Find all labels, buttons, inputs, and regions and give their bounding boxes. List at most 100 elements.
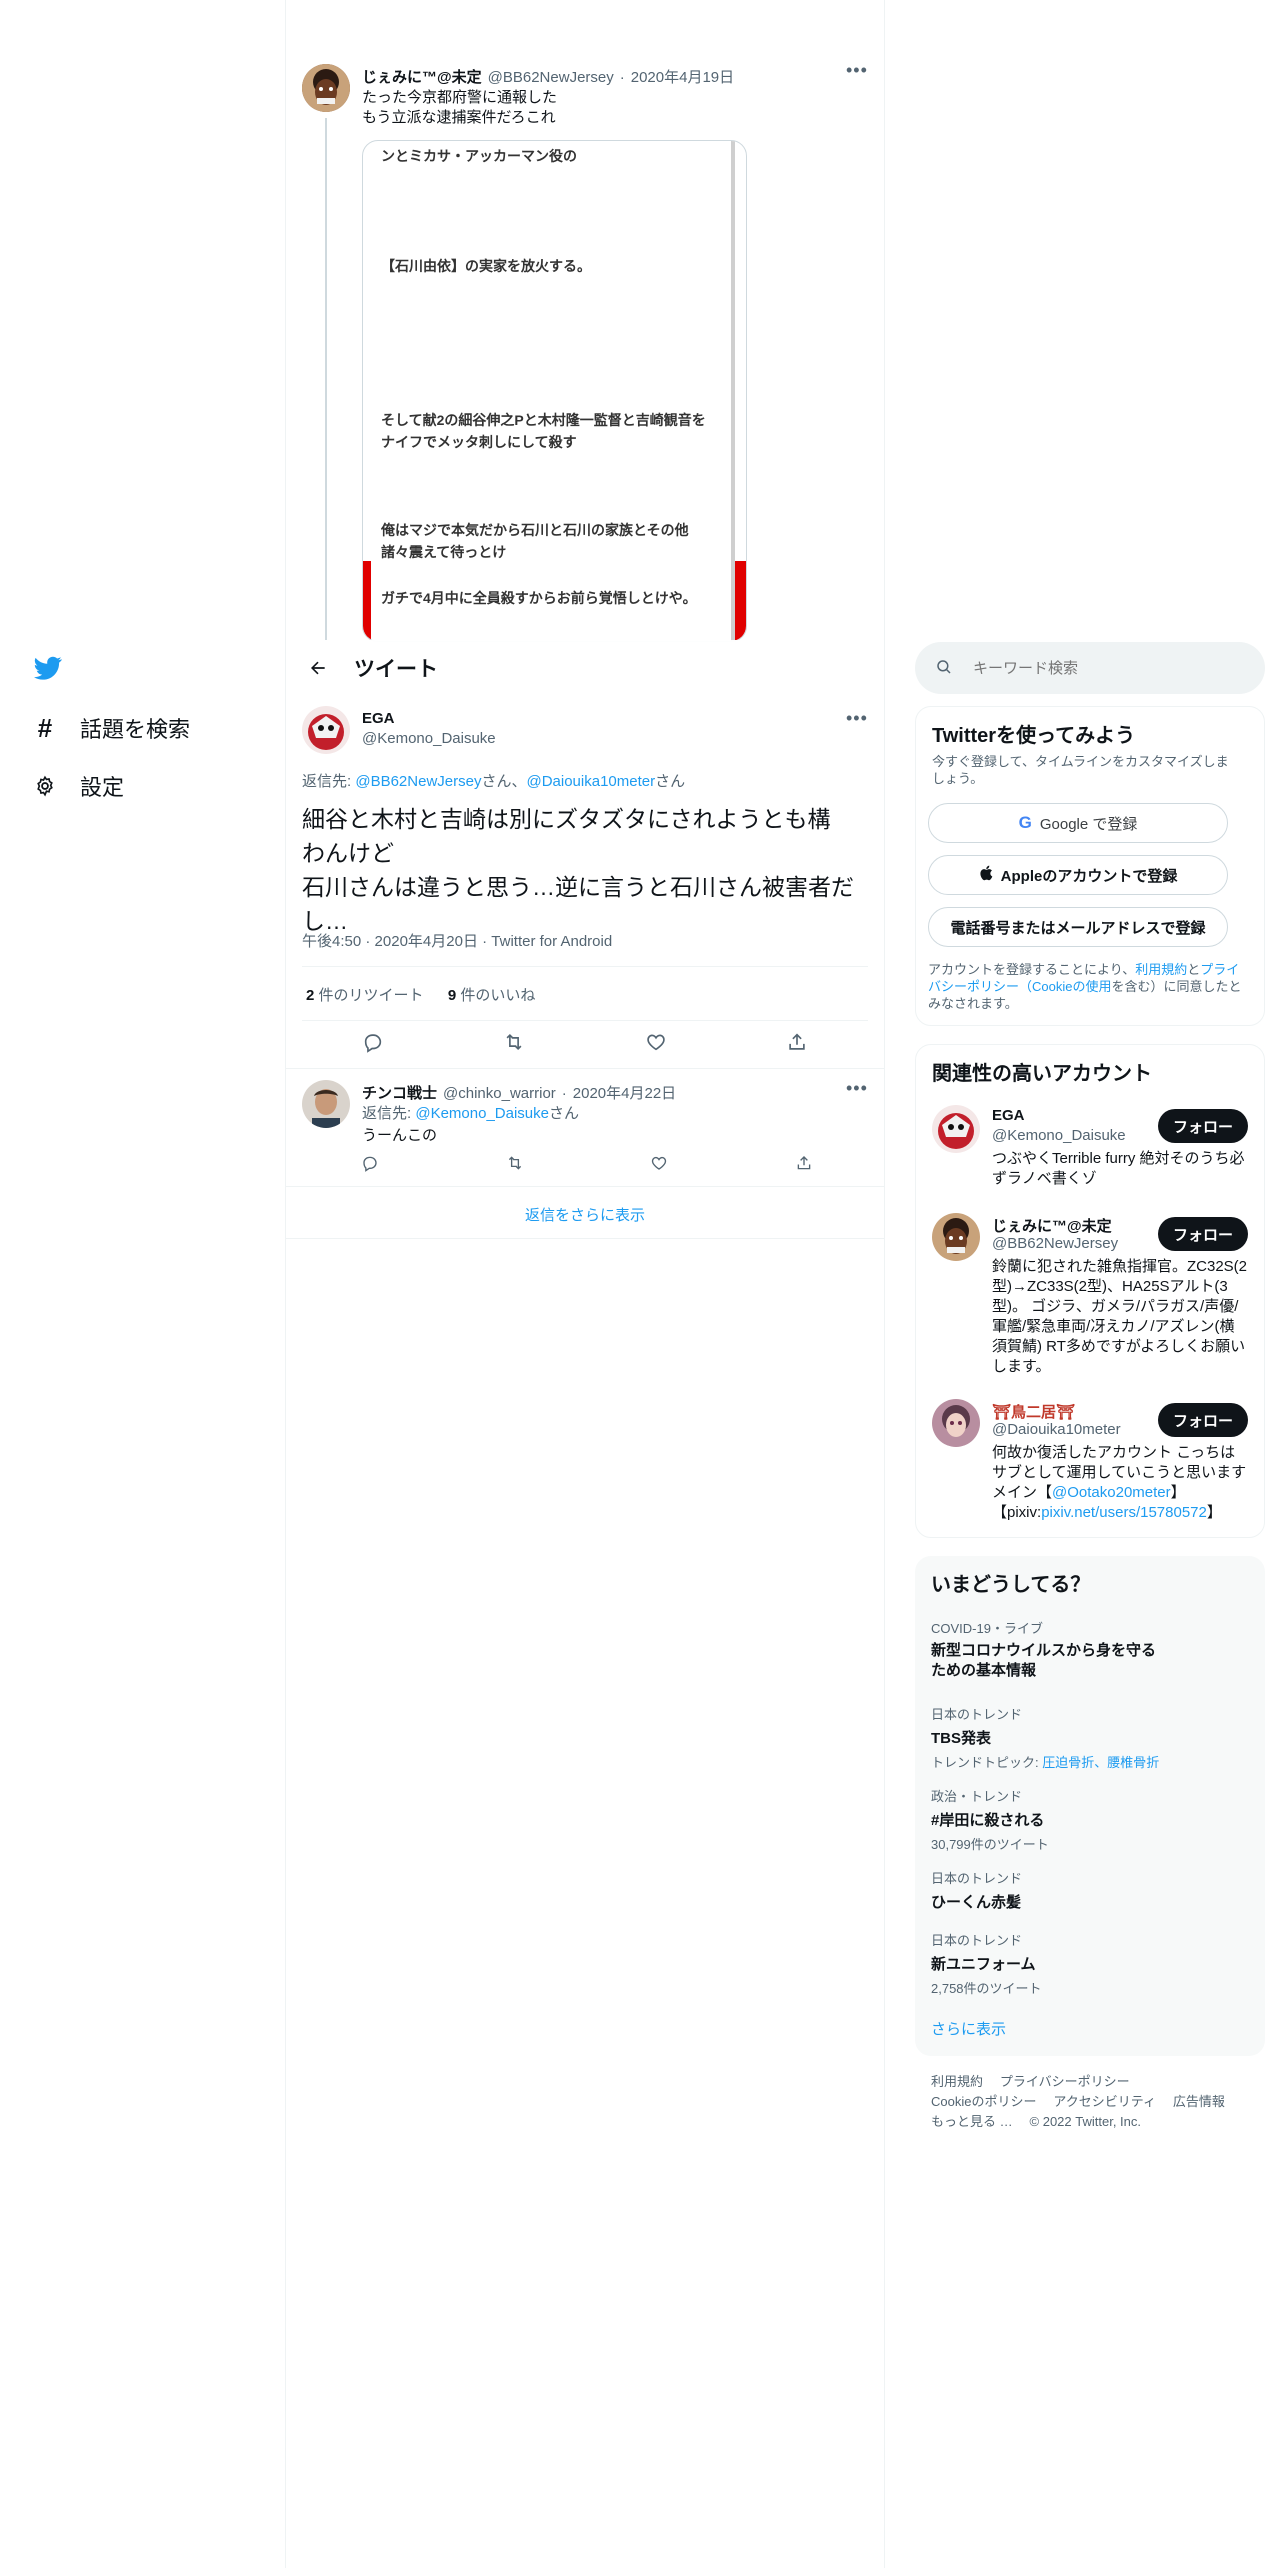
- related-account-name[interactable]: EGA: [992, 1107, 1025, 1124]
- main-tweet-date[interactable]: 2020年4月20日: [375, 933, 478, 950]
- image-red-marker: [363, 561, 371, 641]
- related-account-name[interactable]: じぇみに™@未定: [992, 1215, 1112, 1236]
- reply-icon[interactable]: [352, 1145, 388, 1181]
- follow-button[interactable]: フォロー: [1158, 1217, 1248, 1251]
- footer-privacy-link[interactable]: プライバシーポリシー: [1000, 2074, 1130, 2089]
- avatar-bb62newjersey[interactable]: [302, 64, 350, 112]
- reply-mention-kemono[interactable]: @Kemono_Daisuke: [415, 1105, 549, 1122]
- like-stat[interactable]: 9 件のいいね: [448, 987, 536, 1004]
- twitter-logo-icon[interactable]: [32, 654, 64, 684]
- avatar-bb62newjersey[interactable]: [932, 1213, 980, 1261]
- reply-icon[interactable]: [355, 1024, 391, 1060]
- avatar-chinko-warrior[interactable]: [302, 1080, 350, 1128]
- related-account-name[interactable]: ⛩鳥二居⛩: [992, 1401, 1075, 1422]
- google-icon: G: [1018, 813, 1032, 832]
- column-divider-right: [884, 0, 885, 2568]
- footer-cookie-link[interactable]: Cookieのポリシー: [931, 2094, 1036, 2109]
- trends-card: いまどうしてる？ COVID-19・ライブ 新型コロナウイルスから身を守る ため…: [915, 1556, 1265, 2056]
- phone-email-signup-button[interactable]: 電話番号またはメールアドレスで登録: [928, 907, 1228, 947]
- footer-ads-link[interactable]: 広告情報: [1173, 2094, 1225, 2109]
- parent-tweet-image[interactable]: ンとミカサ・アッカーマン役の 【石川由依】の実家を放火する。 そして献2の細谷伸…: [362, 140, 747, 642]
- reply-mention-daiouika[interactable]: @Daiouika10meter: [526, 773, 655, 790]
- terms-link[interactable]: 利用規約: [1135, 962, 1187, 977]
- reply-tweet-handle[interactable]: @chinko_warrior: [443, 1085, 556, 1102]
- main-tweet-text: 細谷と木村と吉崎は別にズタズタにされようとも構 わんけど 石川さんは違うと思う……: [302, 806, 854, 934]
- parent-tweet-name[interactable]: じぇみに™@未定: [362, 66, 482, 87]
- reply-mention-bb62[interactable]: @BB62NewJersey: [355, 773, 481, 790]
- signup-legal: アカウントを登録することにより、利用規約とプライ バシーポリシー（Cookieの…: [928, 962, 1242, 1011]
- related-account-handle[interactable]: @Daiouika10meter: [992, 1421, 1121, 1438]
- trend-item[interactable]: 日本のトレンド 新ユニフォーム 2,758件のツイート: [931, 1930, 1251, 1997]
- show-more-replies-link[interactable]: 返信をさらに表示: [286, 1204, 884, 1225]
- reply-tweet-date[interactable]: 2020年4月22日: [573, 1082, 676, 1103]
- share-icon[interactable]: [779, 1024, 815, 1060]
- nav-settings-label: 設定: [80, 775, 125, 800]
- avatar-daiouika[interactable]: [932, 1399, 980, 1447]
- follow-button[interactable]: フォロー: [1158, 1109, 1248, 1143]
- footer-accessibility-link[interactable]: アクセシビリティ: [1053, 2094, 1156, 2109]
- main-tweet-actions: [302, 1024, 868, 1060]
- nav-settings[interactable]: 設定: [34, 770, 124, 802]
- retweet-icon[interactable]: [497, 1145, 533, 1181]
- trend-topic-link[interactable]: 圧迫骨折、腰椎骨折: [1042, 1755, 1159, 1770]
- parent-tweet-more-icon[interactable]: •••: [846, 60, 868, 81]
- reply-tweet-reply-to: 返信先: @Kemono_Daisukeさん: [362, 1105, 579, 1122]
- parent-tweet-text: たった今京都府警に通報した もう立派な逮捕案件だろこれ: [362, 89, 558, 126]
- avatar-kemono-daisuke[interactable]: [302, 706, 350, 754]
- page-header: ツイート: [286, 640, 884, 696]
- related-account-bio: 鈴蘭に犯された雑魚指揮官。ZC32S(2 型)→ZC33S(2型)、HA25Sア…: [992, 1258, 1248, 1375]
- parent-tweet-date[interactable]: 2020年4月19日: [631, 66, 734, 87]
- footer-more-link[interactable]: もっと見る …: [931, 2114, 1013, 2129]
- bio-mention-link[interactable]: @Ootako20meter: [1052, 1484, 1171, 1501]
- trend-item[interactable]: 日本のトレンド TBS発表 トレンドトピック: 圧迫骨折、腰椎骨折: [931, 1704, 1251, 1771]
- main-tweet-stats: 2 件のリツイート 9 件のいいね: [306, 984, 535, 1005]
- parent-tweet-handle[interactable]: @BB62NewJersey: [488, 69, 614, 86]
- footer-copyright: © 2022 Twitter, Inc.: [1029, 2114, 1141, 2129]
- bio-url-link[interactable]: pixiv.net/users/15780572: [1041, 1504, 1207, 1521]
- main-tweet-time[interactable]: 午後4:50: [302, 933, 361, 950]
- image-text-line: 【石川由依】の実家を放火する。: [381, 258, 591, 274]
- main-tweet-handle[interactable]: @Kemono_Daisuke: [362, 730, 496, 747]
- cookie-link[interactable]: バシーポリシー（Cookieの使用: [928, 979, 1111, 994]
- image-text-line: ナイフでメッタ刺しにして殺す: [381, 434, 577, 450]
- main-tweet-name[interactable]: EGA: [362, 710, 395, 727]
- signup-subtitle: 今すぐ登録して、タイムラインをカスタマイズしま しょう。: [932, 754, 1229, 786]
- trends-show-more-link[interactable]: さらに表示: [931, 2018, 1006, 2039]
- follow-button[interactable]: フォロー: [1158, 1403, 1248, 1437]
- signup-title: Twitterを使ってみよう: [932, 725, 1136, 747]
- trend-item[interactable]: COVID-19・ライブ 新型コロナウイルスから身を守る ための基本情報: [931, 1618, 1251, 1681]
- hashtag-icon: #: [37, 712, 53, 743]
- image-text-line: そして献2の細谷伸之Pと木村隆一監督と吉崎観音を: [381, 412, 706, 428]
- image-text-line: 俺はマジで本気だから石川と石川の家族とその他: [381, 522, 689, 538]
- main-tweet-meta: 午後4:50 · 2020年4月20日 · Twitter for Androi…: [302, 933, 613, 950]
- nav-explore-label: 話題を検索: [80, 717, 191, 742]
- reply-tweet-name[interactable]: チンコ戦士: [362, 1082, 437, 1103]
- related-account-handle[interactable]: @BB62NewJersey: [992, 1235, 1118, 1252]
- reply-tweet-more-icon[interactable]: •••: [846, 1078, 868, 1099]
- share-icon[interactable]: [786, 1145, 822, 1181]
- back-arrow-icon[interactable]: [300, 650, 336, 686]
- main-tweet-more-icon[interactable]: •••: [846, 708, 868, 729]
- search-input[interactable]: [973, 659, 1243, 677]
- retweet-stat[interactable]: 2 件のリツイート: [306, 987, 428, 1004]
- image-text-line: ンとミカサ・アッカーマン役の: [381, 148, 577, 164]
- trend-item[interactable]: 政治・トレンド #岸田に殺される 30,799件のツイート: [931, 1786, 1251, 1853]
- like-icon[interactable]: [638, 1024, 674, 1060]
- nav-explore[interactable]: # 話題を検索: [34, 712, 190, 744]
- trend-item[interactable]: 日本のトレンド ひーくん赤髪: [931, 1868, 1251, 1912]
- related-account-bio: つぶやくTerrible furry 絶対そのうち必 ずラノベ書くゾ: [992, 1150, 1245, 1187]
- signup-card: Twitterを使ってみよう 今すぐ登録して、タイムラインをカスタマイズしま し…: [915, 706, 1265, 1026]
- retweet-icon[interactable]: [496, 1024, 532, 1060]
- privacy-link[interactable]: プライ: [1200, 962, 1239, 977]
- apple-signup-button[interactable]: Appleのアカウントで登録: [928, 855, 1228, 895]
- parent-tweet-header: じぇみに™@未定 @BB62NewJersey · 2020年4月19日: [362, 66, 734, 87]
- trends-title: いまどうしてる？: [931, 1574, 1091, 1596]
- search-box[interactable]: [915, 642, 1265, 694]
- related-account-handle[interactable]: @Kemono_Daisuke: [992, 1127, 1126, 1144]
- image-text-line: ガチで4月中に全員殺すからお前ら覚悟しとけや。: [381, 590, 697, 606]
- avatar-kemono-daisuke[interactable]: [932, 1105, 980, 1153]
- like-icon[interactable]: [641, 1145, 677, 1181]
- footer-terms-link[interactable]: 利用規約: [931, 2074, 983, 2089]
- google-signup-button[interactable]: G Google で登録: [928, 803, 1228, 843]
- divider: [302, 1020, 868, 1021]
